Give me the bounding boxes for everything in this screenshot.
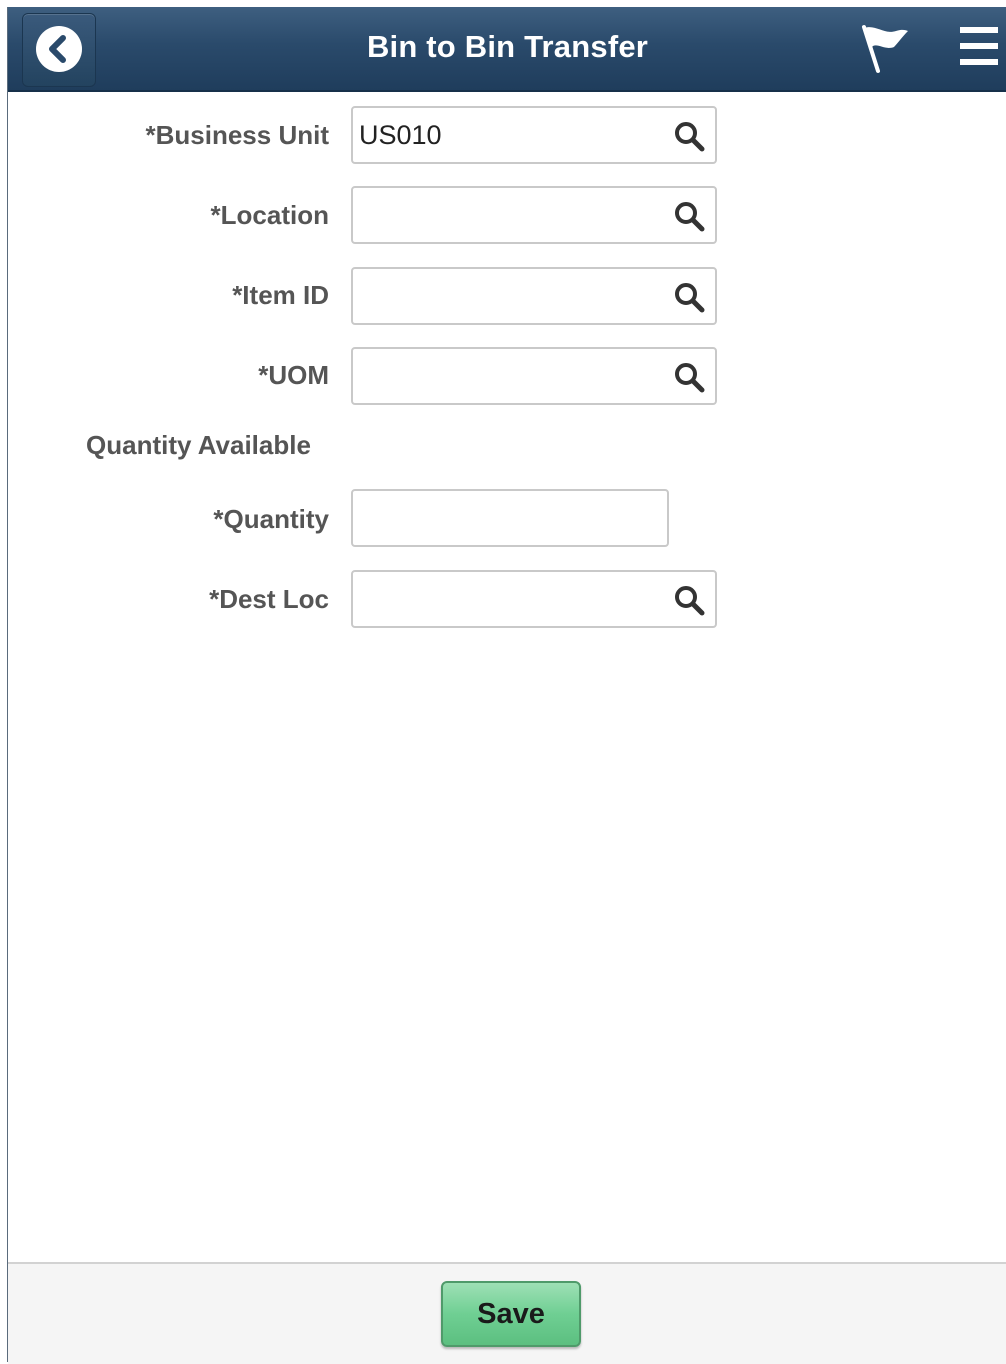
flag-icon[interactable] bbox=[858, 21, 914, 77]
page-footer: Save bbox=[8, 1262, 1006, 1364]
quantity-label: *Quantity bbox=[213, 504, 329, 534]
search-icon[interactable] bbox=[673, 120, 705, 152]
business-unit-input[interactable] bbox=[359, 108, 659, 162]
uom-input[interactable] bbox=[359, 349, 659, 403]
item-id-label: *Item ID bbox=[232, 280, 329, 310]
uom-label: *UOM bbox=[258, 360, 329, 390]
page-title: Bin to Bin Transfer bbox=[366, 29, 649, 64]
item-id-input[interactable] bbox=[359, 269, 659, 323]
save-button[interactable]: Save bbox=[441, 1281, 581, 1347]
business-unit-field bbox=[351, 106, 717, 164]
quantity-input[interactable] bbox=[359, 491, 659, 545]
search-icon[interactable] bbox=[673, 200, 705, 232]
quantity-field bbox=[351, 489, 669, 547]
location-label: *Location bbox=[210, 200, 329, 230]
search-icon[interactable] bbox=[673, 281, 705, 313]
dest-loc-label: *Dest Loc bbox=[209, 584, 329, 614]
uom-field bbox=[351, 347, 717, 405]
hamburger-menu-icon[interactable] bbox=[956, 25, 1000, 69]
location-input[interactable] bbox=[359, 188, 659, 242]
dest-loc-field bbox=[351, 570, 717, 628]
app-frame: Bin to Bin Transfer *Business Unit *Loca… bbox=[7, 7, 1006, 1364]
search-icon[interactable] bbox=[673, 584, 705, 616]
location-field bbox=[351, 186, 717, 244]
dest-loc-input[interactable] bbox=[359, 572, 659, 626]
search-icon[interactable] bbox=[673, 361, 705, 393]
business-unit-label: *Business Unit bbox=[145, 120, 330, 150]
quantity-available-label: Quantity Available bbox=[86, 430, 311, 460]
item-id-field bbox=[351, 267, 717, 325]
page-header: Bin to Bin Transfer bbox=[8, 7, 1006, 92]
